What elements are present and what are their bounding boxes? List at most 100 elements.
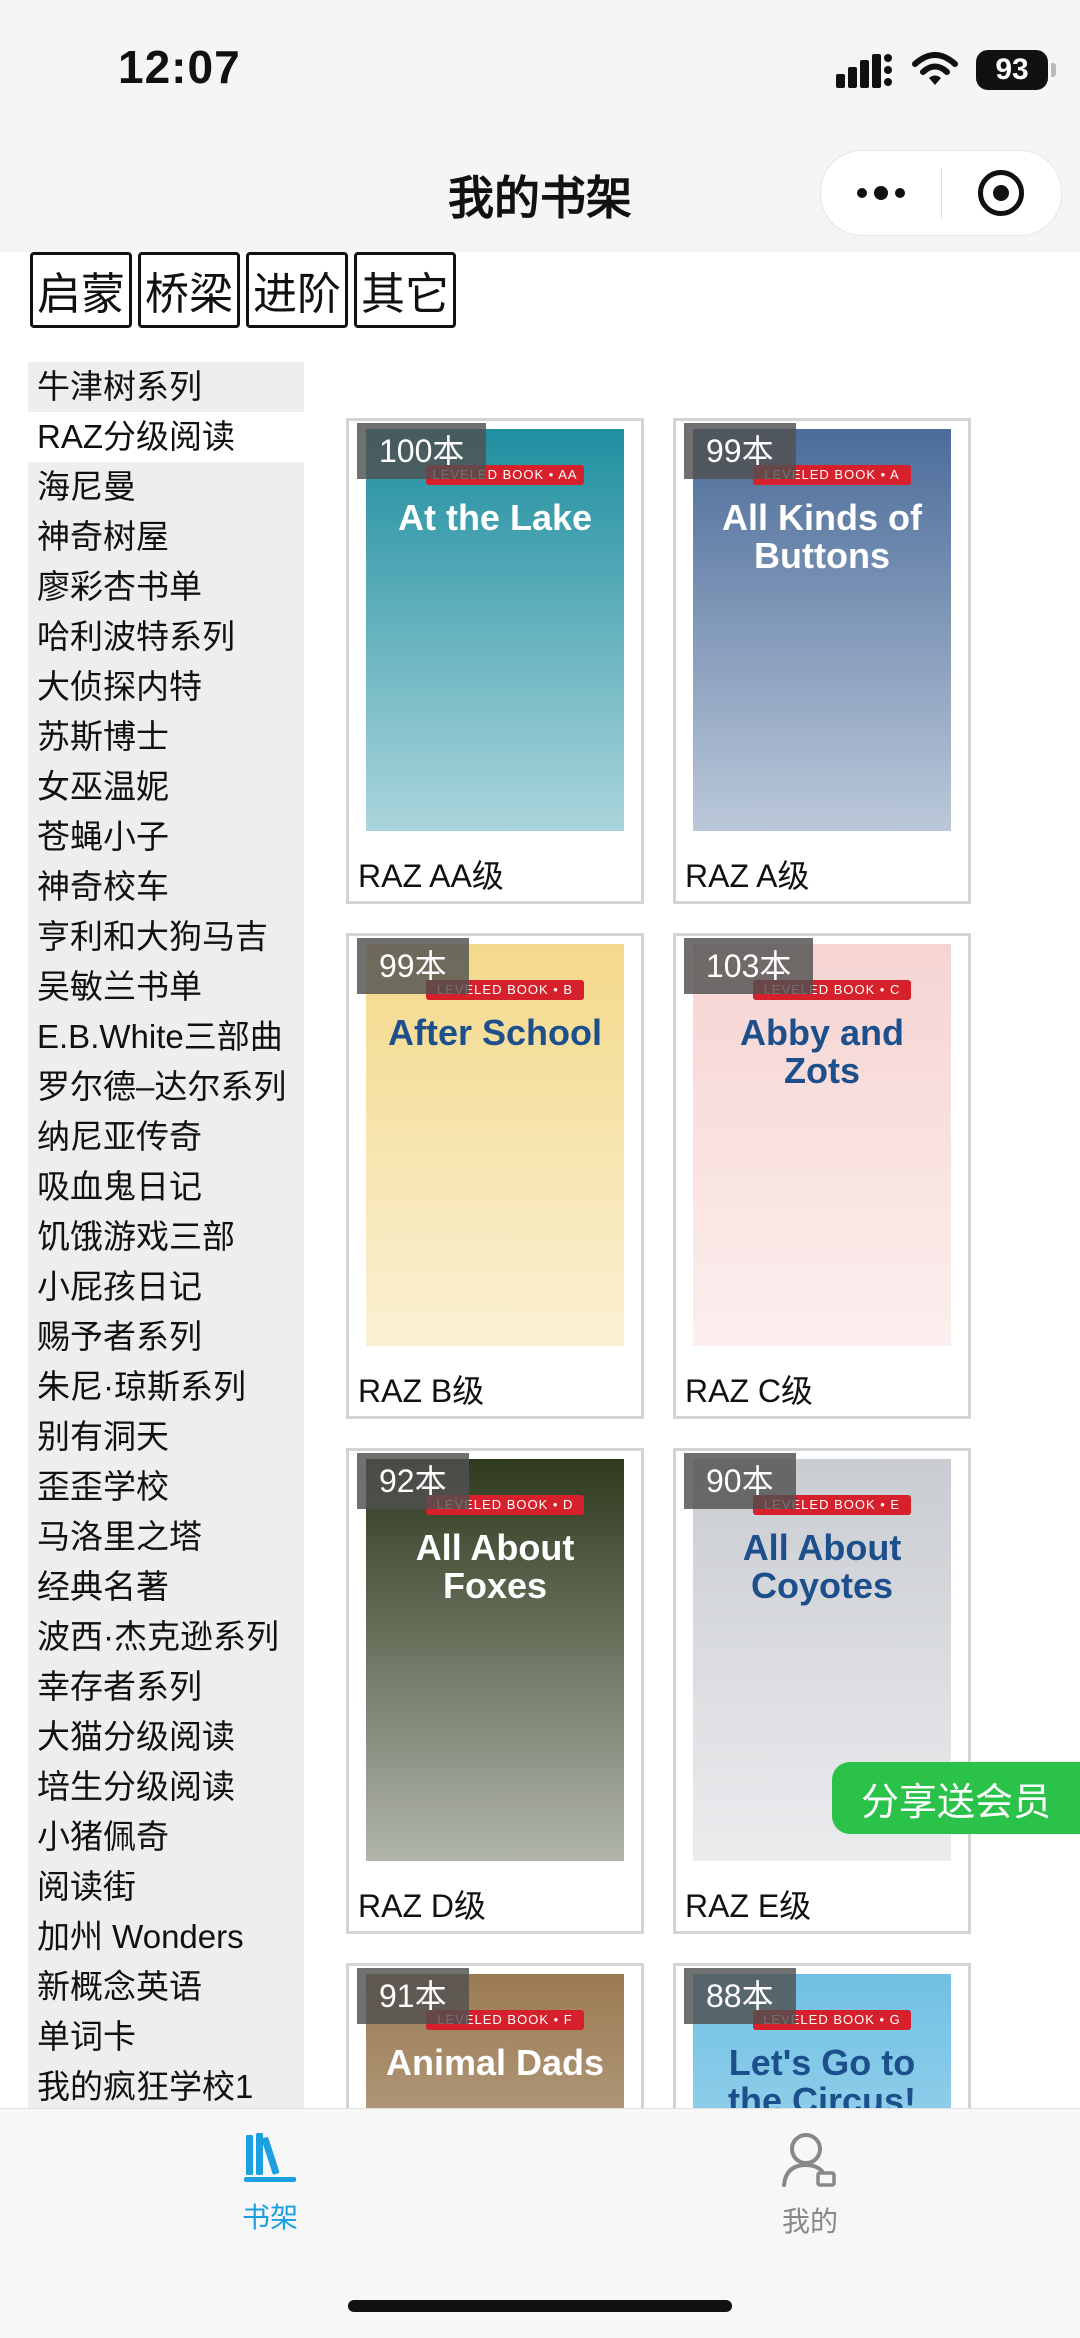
book-card[interactable]: 99本 LEVELED BOOK • A All Kinds of Buttons R… — [673, 418, 971, 904]
book-cover: LEVELED BOOK • AA At the Lake — [366, 429, 624, 831]
book-cover: LEVELED BOOK • D All About Foxes — [366, 1459, 624, 1861]
sidebar-item[interactable]: 我的疯狂学校1 — [28, 2062, 304, 2108]
book-count-badge: 90本 — [684, 1453, 796, 1509]
close-button[interactable] — [942, 151, 1062, 235]
sidebar-item[interactable]: 哈利波特系列 — [28, 612, 304, 662]
battery-icon: 93 — [976, 50, 1056, 90]
book-card[interactable]: 99本 LEVELED BOOK • B After School RAZ B级 — [346, 933, 644, 1419]
sidebar-item[interactable]: 亨利和大狗马吉 — [28, 912, 304, 962]
tab-mine-label: 我的 — [781, 2206, 838, 2237]
book-cover-title: All Kinds of Buttons — [722, 497, 922, 576]
sidebar-item[interactable]: 饥饿游戏三部 — [28, 1212, 304, 1262]
sidebar-item[interactable]: 培生分级阅读 — [28, 1762, 304, 1812]
share-vip-button[interactable]: 分享送会员 — [832, 1762, 1080, 1834]
wifi-icon — [912, 52, 958, 85]
category-tabs: 启蒙 桥梁 进阶 其它 — [30, 252, 456, 328]
close-target-icon — [978, 170, 1025, 216]
sidebar-item[interactable]: 波西·杰克逊系列 — [28, 1612, 304, 1662]
sidebar-item[interactable]: 纳尼亚传奇 — [28, 1112, 304, 1162]
book-count-badge: 91本 — [357, 1968, 469, 2024]
user-icon — [782, 2133, 836, 2187]
bookshelf-icon — [244, 2133, 296, 2182]
sidebar-item[interactable]: RAZ分级阅读 — [28, 412, 304, 462]
tab-jinjie[interactable]: 进阶 — [246, 252, 348, 328]
signal-icon — [836, 54, 892, 88]
sidebar-item[interactable]: 神奇校车 — [28, 862, 304, 912]
book-count-badge: 88本 — [684, 1968, 796, 2024]
series-sidebar[interactable]: 牛津树系列 RAZ分级阅读 海尼曼 神奇树屋 廖彩杏书单 哈利波特系列 大侦探内特 苏斯博士女… — [28, 362, 304, 2108]
book-label: RAZ E级 — [685, 1888, 812, 1924]
sidebar-item[interactable]: 幸存者系列 — [28, 1662, 304, 1712]
book-card[interactable]: 91本LEVELED BOOK • FAnimal DadsRAZ F级 — [346, 1963, 644, 2108]
book-cover-title: At the Lake — [397, 497, 593, 538]
book-card[interactable]: 100本 LEVELED BOOK • AA At the Lake RAZ AA级 — [346, 418, 644, 904]
book-count-badge: 92本 — [357, 1453, 469, 1509]
book-cover: LEVELED BOOK • B After School — [366, 944, 624, 1346]
book-count-badge: 103本 — [684, 938, 814, 994]
sidebar-item[interactable]: 牛津树系列 — [28, 362, 304, 412]
sidebar-item[interactable]: 苍蝇小子 — [28, 812, 304, 862]
book-card[interactable]: 88本 LEVELED BOOK • G Let's Go to the Circu… — [673, 1963, 971, 2108]
sidebar-item[interactable]: E.B.White三部曲 — [28, 1012, 304, 1062]
sidebar-item[interactable]: 别有洞天 — [28, 1412, 304, 1462]
book-cover: LEVELED BOOK • C Abby and Zots — [693, 944, 951, 1346]
status-icons: 93 — [836, 48, 1056, 92]
sidebar-item[interactable]: 海尼曼 — [28, 462, 304, 512]
battery-level: 93 — [995, 53, 1029, 86]
book-cover-art — [366, 1459, 624, 1861]
book-card[interactable]: 103本 LEVELED BOOK • C Abby and Zots RAZ C级 — [673, 933, 971, 1419]
tab-bookshelf[interactable]: 书架 — [190, 2129, 350, 2236]
book-cover-title: After School — [387, 1012, 602, 1053]
sidebar-item[interactable]: 罗尔德–达尔系列 — [28, 1062, 304, 1112]
book-label: RAZ AA级 — [358, 858, 504, 894]
sidebar-item[interactable]: 大侦探内特 — [28, 662, 304, 712]
sidebar-item[interactable]: 大猫分级阅读 — [28, 1712, 304, 1762]
book-grid: 100本 LEVELED BOOK • AA At the Lake RAZ AA级 9… — [346, 418, 1046, 2108]
sidebar-item[interactable]: 神奇树屋 — [28, 512, 304, 562]
book-cover-art — [366, 429, 624, 831]
sidebar-item[interactable]: 女巫温妮 — [28, 762, 304, 812]
more-button[interactable] — [821, 151, 941, 235]
sidebar-item[interactable]: 廖彩杏书单 — [28, 562, 304, 612]
more-dots-icon — [856, 186, 905, 200]
tab-qita[interactable]: 其它 — [354, 252, 456, 328]
book-cover-art — [366, 944, 624, 1346]
status-time: 12:07 — [118, 41, 241, 93]
book-cover-title: All About Foxes — [415, 1527, 575, 1606]
book-cover-art — [693, 944, 951, 1346]
tab-qimeng[interactable]: 启蒙 — [30, 252, 132, 328]
book-cover-art — [693, 429, 951, 831]
mini-program-capsule — [820, 150, 1062, 236]
sidebar-item[interactable]: 新概念英语 — [28, 1962, 304, 2012]
sidebar-item[interactable]: 赐予者系列 — [28, 1312, 304, 1362]
sidebar-item[interactable]: 小猪佩奇 — [28, 1812, 304, 1862]
sidebar-item[interactable]: 阅读街 — [28, 1862, 304, 1912]
sidebar-item[interactable]: 吸血鬼日记 — [28, 1162, 304, 1212]
book-cover: LEVELED BOOK • A All Kinds of Buttons — [693, 429, 951, 831]
book-label: RAZ B级 — [358, 1373, 485, 1409]
sidebar-item[interactable]: 加州 Wonders — [28, 1912, 304, 1962]
sidebar-item[interactable]: 单词卡 — [28, 2012, 304, 2062]
sidebar-item[interactable]: 吴敏兰书单 — [28, 962, 304, 1012]
sidebar-item[interactable]: 马洛里之塔 — [28, 1512, 304, 1562]
book-cover-title: Let's Go to the Circus! — [727, 2042, 917, 2109]
book-count-badge: 99本 — [684, 423, 796, 479]
book-count-badge: 99本 — [357, 938, 469, 994]
sidebar-item[interactable]: 小屁孩日记 — [28, 1262, 304, 1312]
book-label: RAZ C级 — [685, 1373, 814, 1409]
sidebar-item[interactable]: 歪歪学校 — [28, 1462, 304, 1512]
tab-qiaoliang[interactable]: 桥梁 — [138, 252, 240, 328]
sidebar-item[interactable]: 苏斯博士 — [28, 712, 304, 762]
home-indicator — [348, 2300, 732, 2312]
sidebar-item[interactable]: 朱尼·琼斯系列 — [28, 1362, 304, 1412]
book-cover-title: Abby and Zots — [739, 1012, 904, 1091]
tab-bookshelf-label: 书架 — [241, 2202, 298, 2233]
book-cover-title: Animal Dads — [385, 2042, 605, 2083]
book-card[interactable]: 90本 LEVELED BOOK • E All About Coyotes RAZ … — [673, 1448, 971, 1934]
book-label: RAZ A级 — [685, 858, 810, 894]
tab-mine[interactable]: 我的 — [730, 2129, 890, 2240]
book-label: RAZ D级 — [358, 1888, 487, 1924]
book-card[interactable]: 92本 LEVELED BOOK • D All About Foxes RAZ D级 — [346, 1448, 644, 1934]
book-count-badge: 100本 — [357, 423, 487, 479]
sidebar-item[interactable]: 经典名著 — [28, 1562, 304, 1612]
